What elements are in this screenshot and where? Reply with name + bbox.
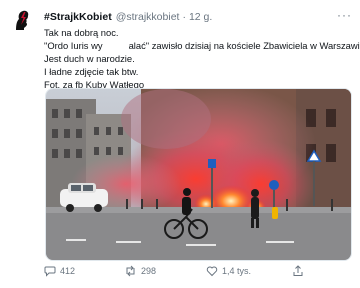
tweet-actions: 412 298 1,4 tys. bbox=[44, 265, 352, 281]
tweet-line: I ładne zdjęcie tak btw. bbox=[44, 66, 139, 77]
share-icon bbox=[293, 265, 303, 276]
retweet-icon bbox=[126, 265, 135, 277]
retweet-button[interactable]: 298 bbox=[124, 265, 156, 277]
heart-icon bbox=[206, 266, 218, 277]
tweet-timestamp[interactable]: 12 g. bbox=[189, 11, 212, 23]
tweet-line: "Ordo Iuris wy alać" zawisło dzisiaj na k… bbox=[44, 39, 360, 52]
reply-icon bbox=[44, 266, 56, 277]
tweet-line-part: alać" zawisło dzisiaj na kościele Zbawic… bbox=[128, 40, 360, 51]
tweet-photo[interactable] bbox=[45, 88, 352, 261]
separator-dot: · bbox=[182, 11, 186, 23]
tweet-line: Jest duch w narodzie. bbox=[44, 53, 135, 64]
avatar[interactable] bbox=[11, 8, 35, 32]
more-options-icon[interactable]: ··· bbox=[337, 8, 352, 22]
like-count: 1,4 tys. bbox=[222, 266, 252, 276]
like-button[interactable]: 1,4 tys. bbox=[206, 265, 251, 277]
tweet-header: #StrajkKobiet @strajkkobiet · 12 g. ··· bbox=[44, 8, 352, 25]
author-handle[interactable]: @strajkkobiet bbox=[116, 11, 180, 23]
tweet-line: Tak na dobrą noc. bbox=[44, 27, 119, 38]
strajk-kobiet-logo-icon bbox=[11, 8, 35, 32]
reply-count: 412 bbox=[60, 266, 76, 276]
author-name[interactable]: #StrajkKobiet bbox=[44, 11, 112, 23]
street-flare-photo bbox=[46, 89, 351, 260]
retweet-count: 298 bbox=[141, 266, 157, 276]
tweet-line-part: "Ordo Iuris wy bbox=[44, 40, 103, 51]
tweet-text: Tak na dobrą noc. "Ordo Iuris wy alać" za… bbox=[44, 26, 360, 91]
share-button[interactable] bbox=[292, 265, 304, 277]
reply-button[interactable]: 412 bbox=[44, 265, 75, 277]
